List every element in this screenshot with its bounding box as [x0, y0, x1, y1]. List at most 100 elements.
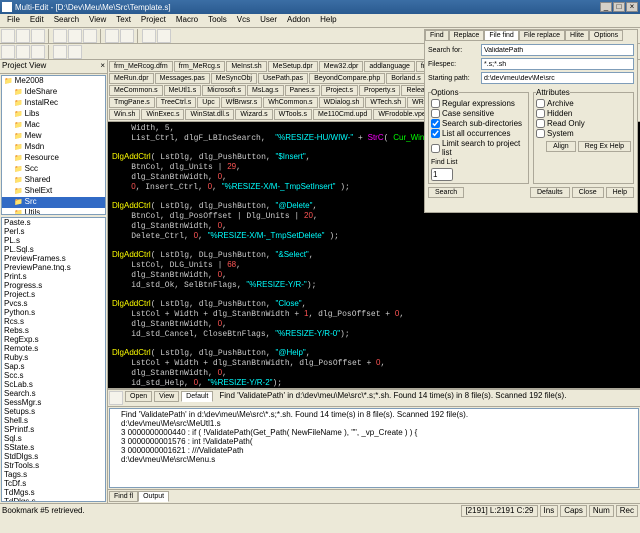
- tool-icon[interactable]: [68, 45, 82, 59]
- list-item[interactable]: Progress.s: [2, 281, 105, 290]
- menu-user[interactable]: User: [255, 14, 282, 27]
- tree-item[interactable]: Libs: [2, 109, 105, 120]
- list-item[interactable]: Rcs.s: [2, 317, 105, 326]
- output-tab-open[interactable]: Open: [125, 391, 152, 402]
- output-btm-find[interactable]: Find fl: [109, 491, 138, 502]
- list-item[interactable]: Search.s: [2, 389, 105, 398]
- output-tab-default[interactable]: Default: [181, 391, 213, 402]
- list-item[interactable]: Tags.s: [2, 470, 105, 479]
- editor-tab[interactable]: TreeCtrl.s: [156, 97, 196, 108]
- editor-tab[interactable]: WinStat.dll.s: [185, 109, 234, 120]
- list-item[interactable]: Scc.s: [2, 371, 105, 380]
- help-button[interactable]: Help: [606, 187, 634, 198]
- list-item[interactable]: Shell.s: [2, 416, 105, 425]
- close-icon[interactable]: ×: [100, 61, 105, 72]
- list-item[interactable]: PreviewPane.tnq.s: [2, 263, 105, 272]
- list-item[interactable]: PL.s: [2, 236, 105, 245]
- list-item[interactable]: StrTools.s: [2, 461, 105, 470]
- close-search-button[interactable]: Close: [572, 187, 604, 198]
- option-checkbox[interactable]: [431, 119, 440, 128]
- output-line[interactable]: 3 0000000001576 : int !ValidatePath(: [111, 437, 637, 446]
- editor-tab[interactable]: MeRun.dpr: [109, 73, 154, 84]
- editor-tab[interactable]: MeSetup.dpr: [268, 61, 318, 72]
- editor-tab[interactable]: WDialog.sh: [319, 97, 365, 108]
- list-item[interactable]: SState.s: [2, 443, 105, 452]
- open-icon[interactable]: [16, 29, 30, 43]
- undo-icon[interactable]: [105, 29, 119, 43]
- menu-edit[interactable]: Edit: [25, 14, 49, 27]
- editor-tab[interactable]: WhCommon.s: [263, 97, 317, 108]
- align-button[interactable]: Align: [546, 141, 576, 152]
- output-tab-view[interactable]: View: [154, 391, 179, 402]
- editor-tab[interactable]: WTools.s: [274, 109, 312, 120]
- list-item[interactable]: PL.Sql.s: [2, 245, 105, 254]
- output-line[interactable]: d:\dev\meu\Me\src\Menu.s: [111, 455, 637, 464]
- tree-item[interactable]: Msdn: [2, 142, 105, 153]
- menu-addon[interactable]: Addon: [282, 14, 315, 27]
- list-item[interactable]: Paste.s: [2, 218, 105, 227]
- regex-help-button[interactable]: Reg Ex Help: [578, 141, 631, 152]
- tree-item[interactable]: Resource: [2, 153, 105, 164]
- filespec-input[interactable]: [481, 58, 634, 70]
- list-item[interactable]: Pvcs.s: [2, 299, 105, 308]
- editor-tab[interactable]: Upc: [197, 97, 219, 108]
- list-item[interactable]: StdDlgs.s: [2, 452, 105, 461]
- list-item[interactable]: Ruby.s: [2, 353, 105, 362]
- tool-icon[interactable]: [1, 45, 15, 59]
- editor-tab[interactable]: Wizard.s: [235, 109, 272, 120]
- tree-item[interactable]: Mew: [2, 131, 105, 142]
- attr-checkbox[interactable]: [536, 99, 545, 108]
- tree-item[interactable]: InstalRec: [2, 98, 105, 109]
- list-item[interactable]: PreviewFrames.s: [2, 254, 105, 263]
- list-item[interactable]: Python.s: [2, 308, 105, 317]
- tree-item[interactable]: Scc: [2, 164, 105, 175]
- search-tab[interactable]: Replace: [449, 30, 485, 41]
- search-for-input[interactable]: [481, 44, 634, 56]
- tree-item[interactable]: ShelExt: [2, 186, 105, 197]
- tree-item[interactable]: Src: [2, 197, 105, 208]
- list-item[interactable]: Rebs.s: [2, 326, 105, 335]
- minimize-button[interactable]: _: [600, 2, 612, 12]
- tool-icon[interactable]: [31, 45, 45, 59]
- copy-icon[interactable]: [68, 29, 82, 43]
- editor-tab[interactable]: Microsoft.s: [202, 85, 246, 96]
- list-item[interactable]: ScLab.s: [2, 380, 105, 389]
- project-tree[interactable]: Me2008IdeShareInstalRecLibsMacMewMsdnRes…: [1, 75, 106, 215]
- menu-help[interactable]: Help: [315, 14, 341, 27]
- list-item[interactable]: Print.s: [2, 272, 105, 281]
- tree-item[interactable]: Mac: [2, 120, 105, 131]
- output-btm-output[interactable]: Output: [138, 491, 169, 502]
- menu-search[interactable]: Search: [49, 14, 84, 27]
- tree-item[interactable]: Shared: [2, 175, 105, 186]
- list-item[interactable]: Perl.s: [2, 227, 105, 236]
- list-item[interactable]: Project.s: [2, 290, 105, 299]
- option-checkbox[interactable]: [431, 109, 440, 118]
- menu-project[interactable]: Project: [136, 14, 171, 27]
- output-line[interactable]: 3 0000000001621 : ///ValidatePath: [111, 446, 637, 455]
- path-input[interactable]: [481, 72, 634, 84]
- menu-tools[interactable]: Tools: [203, 14, 232, 27]
- editor-tab[interactable]: WinExec.s: [141, 109, 184, 120]
- list-item[interactable]: TcDf.s: [2, 479, 105, 488]
- output-line[interactable]: d:\dev\meu\Me\src\MeUtl1.s: [111, 419, 637, 428]
- editor-tab[interactable]: frm_MeRcg.s: [174, 61, 226, 72]
- output-line[interactable]: Find 'ValidatePath' in d:\dev\meu\Me\src…: [111, 410, 637, 419]
- search-tab[interactable]: File find: [484, 30, 519, 41]
- findlist-input[interactable]: [431, 168, 453, 181]
- option-checkbox[interactable]: [431, 129, 440, 138]
- save-icon[interactable]: [31, 29, 45, 43]
- editor-tab[interactable]: Project.s: [321, 85, 358, 96]
- option-checkbox[interactable]: [431, 99, 440, 108]
- editor-tab[interactable]: frm_MeRcog.dfm: [109, 61, 173, 72]
- file-list[interactable]: Paste.sPerl.sPL.sPL.Sql.sPreviewFrames.s…: [1, 217, 106, 502]
- attr-checkbox[interactable]: [536, 129, 545, 138]
- redo-icon[interactable]: [120, 29, 134, 43]
- editor-tab[interactable]: MeSyncObj: [211, 73, 257, 84]
- list-item[interactable]: TdDlgs.s: [2, 497, 105, 502]
- list-item[interactable]: Remote.s: [2, 344, 105, 353]
- search-tab[interactable]: Hlite: [565, 30, 589, 41]
- list-item[interactable]: RegExp.s: [2, 335, 105, 344]
- list-item[interactable]: Sap.s: [2, 362, 105, 371]
- replace-icon[interactable]: [157, 29, 171, 43]
- attr-checkbox[interactable]: [536, 119, 545, 128]
